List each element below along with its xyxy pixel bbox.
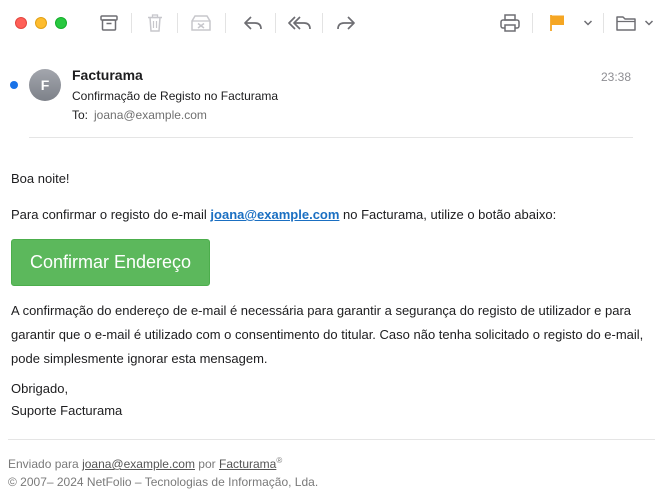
print-icon[interactable] <box>499 12 521 34</box>
email-link[interactable]: joana@example.com <box>210 207 339 222</box>
footer-by: por <box>194 457 219 471</box>
junk-icon[interactable] <box>190 12 212 34</box>
toolbar <box>0 0 663 48</box>
recipient-row: To: joana@example.com <box>72 108 207 122</box>
footer-brand-link[interactable]: Facturama <box>219 457 276 471</box>
header-divider <box>29 137 633 138</box>
avatar-initial: F <box>40 77 50 93</box>
confirm-address-label: Confirmar Endereço <box>29 252 192 272</box>
folder-icon[interactable] <box>615 12 637 34</box>
recipient-address[interactable]: joana@example.com <box>94 108 207 122</box>
instruction-paragraph: Para confirmar o registo do e-mail joana… <box>11 204 556 225</box>
chevron-down-icon[interactable] <box>643 12 655 34</box>
minimize-window-button[interactable] <box>35 17 47 29</box>
footer-divider <box>8 439 655 440</box>
close-window-button[interactable] <box>15 17 27 29</box>
trash-icon[interactable] <box>145 12 165 34</box>
flag-icon[interactable] <box>548 12 566 34</box>
confirm-address-button[interactable]: Confirmar Endereço <box>11 239 210 286</box>
sent-to-prefix: Enviado para <box>8 457 83 471</box>
instruction-text-end: no Facturama, utilize o botão abaixo: <box>339 207 557 222</box>
sender-name[interactable]: Facturama <box>72 67 143 83</box>
received-time: 23:38 <box>600 70 631 84</box>
thanks-text: Obrigado, <box>11 381 69 396</box>
footer-sent-to: Enviado para joana@example.com por Factu… <box>8 456 282 471</box>
email-subject: Confirmação de Registo no Facturama <box>72 89 279 103</box>
chevron-down-icon[interactable] <box>582 12 594 34</box>
footer-email-link[interactable]: joana@example.com <box>82 457 195 471</box>
zoom-window-button[interactable] <box>55 17 67 29</box>
closing: Obrigado, Suporte Facturama <box>11 378 122 422</box>
explanation-paragraph: A confirmação do endereço de e-mail é ne… <box>11 303 644 366</box>
forward-icon[interactable] <box>335 12 357 34</box>
registered-mark: ® <box>276 456 283 465</box>
archive-icon[interactable] <box>99 12 119 34</box>
avatar: F <box>29 69 61 101</box>
instruction-text-start: Para confirmar o registo do e-mail <box>11 207 211 222</box>
greeting: Boa noite! <box>11 171 70 186</box>
reply-icon[interactable] <box>242 12 264 34</box>
signature: Suporte Facturama <box>11 403 123 418</box>
unread-indicator <box>10 81 18 89</box>
footer-copyright: © 2007– 2024 NetFolio – Tecnologias de I… <box>8 475 319 489</box>
to-label: To: <box>72 108 89 122</box>
reply-all-icon[interactable] <box>287 12 313 34</box>
